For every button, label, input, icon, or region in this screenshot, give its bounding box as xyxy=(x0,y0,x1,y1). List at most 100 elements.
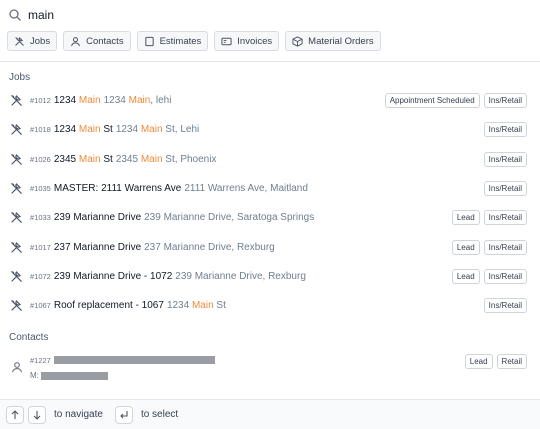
status-badge: Lead xyxy=(451,268,480,284)
mobile-label: M: xyxy=(30,371,39,380)
tools-icon xyxy=(10,123,23,136)
arrow-down-icon xyxy=(33,410,41,420)
filter-jobs-button[interactable]: Jobs xyxy=(7,31,58,51)
arrow-up-key xyxy=(6,405,24,424)
job-badges: Ins/Retail xyxy=(483,122,527,138)
navigate-hint: to navigate xyxy=(54,409,103,420)
tools-icon xyxy=(10,94,23,107)
arrow-up-icon xyxy=(11,409,19,419)
job-result-row[interactable]: #1017 237 Marianne Drive 237 Marianne Driv… xyxy=(0,233,540,262)
invoice-icon xyxy=(221,37,232,45)
contacts-section-title: Contacts xyxy=(9,332,49,343)
job-title: 1234 Main xyxy=(53,95,101,106)
job-result-row[interactable]: #1012 1234 Main 1234 Main, lehi Appointment… xyxy=(0,86,540,115)
jobs-section-title: Jobs xyxy=(9,72,31,83)
filter-contacts-button[interactable]: Contacts xyxy=(63,31,131,51)
contact-result-row[interactable]: #1227 M: Lead Retail xyxy=(0,351,540,383)
job-badges: Lead Ins/Retail xyxy=(451,210,527,226)
status-badge: Lead xyxy=(451,239,480,255)
person-icon xyxy=(71,36,80,46)
contact-badges: Lead Retail xyxy=(464,354,527,369)
job-result-row[interactable]: #1035 MASTER: 2111 Warrens Ave 2111 Warren… xyxy=(0,174,540,203)
job-address: 1234 Main, lehi xyxy=(103,95,172,106)
status-badge: Ins/Retail xyxy=(483,210,527,226)
status-badge: Appointment Scheduled xyxy=(384,93,480,108)
job-id: #1072 xyxy=(30,271,51,281)
tools-icon xyxy=(10,153,23,166)
person-icon xyxy=(11,361,23,373)
job-address: 239 Marianne Drive, Rexburg xyxy=(175,270,306,282)
status-badge: Retail xyxy=(496,354,527,369)
tools-icon xyxy=(10,299,23,312)
job-badges: Ins/Retail xyxy=(483,298,527,314)
status-badge: Ins/Retail xyxy=(483,268,527,284)
job-title: 239 Marianne Drive - 1072 xyxy=(53,270,173,282)
job-badges: Lead Ins/Retail xyxy=(451,239,527,255)
redacted-contact-name xyxy=(54,356,215,364)
filter-contacts-label: Contacts xyxy=(86,35,124,47)
command-palette: main Jobs Contacts Estimates Invoices Ma… xyxy=(0,0,540,429)
enter-key xyxy=(114,405,133,424)
job-result-row[interactable]: #1033 239 Marianne Drive 239 Marianne Driv… xyxy=(0,203,540,232)
search-icon xyxy=(9,9,21,21)
tools-icon xyxy=(10,182,23,195)
filter-estimates-label: Estimates xyxy=(159,35,202,47)
tools-icon xyxy=(10,211,23,224)
filter-estimates-button[interactable]: Estimates xyxy=(136,31,209,51)
job-address: 2111 Warrens Ave, Maitland xyxy=(184,182,308,194)
job-title: Roof replacement - 1067 xyxy=(53,300,164,312)
job-title: 2345 Main St xyxy=(53,153,113,165)
status-badge: Lead xyxy=(451,210,480,226)
job-id: #1017 xyxy=(30,242,51,252)
filter-material-orders-button[interactable]: Material Orders xyxy=(285,31,381,51)
job-address: 239 Marianne Drive, Saratoga Springs xyxy=(144,212,315,224)
job-badges: Appointment Scheduled Ins/Retail xyxy=(384,93,527,108)
job-id: #1026 xyxy=(30,154,51,164)
status-badge: Lead xyxy=(464,354,493,369)
filter-chips: Jobs Contacts Estimates Invoices Materia… xyxy=(0,31,540,53)
job-result-row[interactable]: #1072 239 Marianne Drive - 1072 239 Marian… xyxy=(0,262,540,291)
job-title: 239 Marianne Drive xyxy=(53,212,142,224)
job-badges: Ins/Retail xyxy=(483,180,527,196)
job-result-row[interactable]: #1018 1234 Main St 1234 Main St, Lehi Ins/R… xyxy=(0,115,540,144)
search-input[interactable]: main xyxy=(28,8,54,22)
contact-id: #1227 xyxy=(30,356,51,365)
footer-hints: to navigate to select xyxy=(0,399,540,429)
status-badge: Ins/Retail xyxy=(483,298,527,314)
job-address: 237 Marianne Drive, Rexburg xyxy=(144,241,275,253)
job-title: 237 Marianne Drive xyxy=(53,241,142,253)
filter-jobs-label: Jobs xyxy=(30,35,51,47)
select-hint: to select xyxy=(140,409,179,420)
job-result-row[interactable]: #1067 Roof replacement - 1067 1234 Main St… xyxy=(0,291,540,320)
job-badges: Ins/Retail xyxy=(483,151,527,167)
job-title: 1234 Main St xyxy=(53,124,113,136)
arrow-down-key xyxy=(28,405,46,424)
status-badge: Ins/Retail xyxy=(483,239,527,255)
job-result-row[interactable]: #1026 2345 Main St 2345 Main St, Phoenix In… xyxy=(0,145,540,174)
box-icon xyxy=(292,35,303,47)
job-id: #1012 xyxy=(30,96,51,105)
tools-icon xyxy=(10,241,23,254)
redacted-phone xyxy=(41,372,108,380)
tools-icon xyxy=(10,270,23,283)
job-id: #1035 xyxy=(30,183,51,193)
filter-invoices-label: Invoices xyxy=(237,35,273,47)
job-badges: Lead Ins/Retail xyxy=(451,268,527,284)
job-address: 1234 Main St xyxy=(166,300,226,312)
job-address: 1234 Main St, Lehi xyxy=(115,124,200,136)
document-icon xyxy=(144,36,154,46)
status-badge: Ins/Retail xyxy=(483,151,527,167)
filter-invoices-button[interactable]: Invoices xyxy=(214,31,280,51)
tools-icon xyxy=(15,36,24,46)
filter-material-orders-label: Material Orders xyxy=(308,35,374,47)
status-badge: Ins/Retail xyxy=(483,93,527,108)
enter-icon xyxy=(120,410,128,418)
divider xyxy=(0,61,540,62)
job-address: 2345 Main St, Phoenix xyxy=(115,153,217,165)
job-id: #1067 xyxy=(30,301,51,311)
job-id: #1033 xyxy=(30,213,51,223)
status-badge: Ins/Retail xyxy=(483,180,527,196)
status-badge: Ins/Retail xyxy=(483,122,527,138)
job-title: MASTER: 2111 Warrens Ave xyxy=(53,182,182,194)
search-bar[interactable]: main xyxy=(0,0,540,30)
